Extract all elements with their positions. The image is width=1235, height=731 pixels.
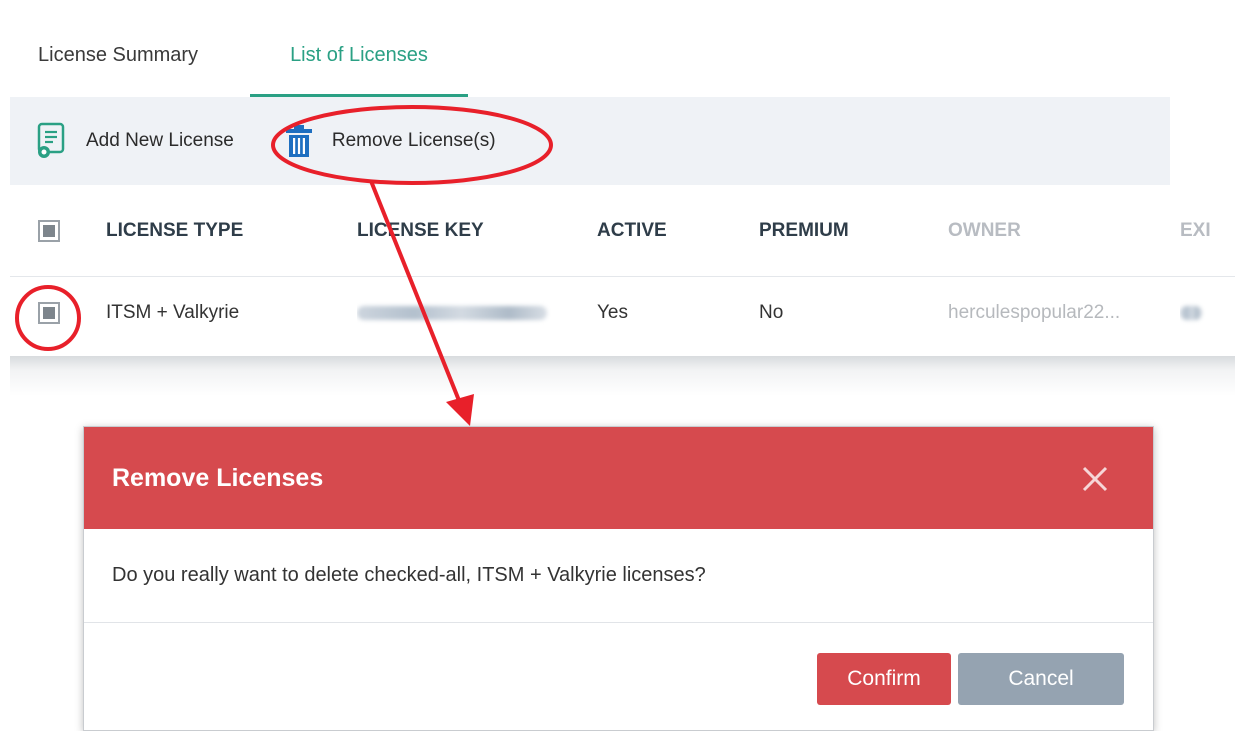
expiry-cell: [1180, 277, 1235, 349]
confirm-button[interactable]: Confirm: [817, 653, 951, 705]
remove-licenses-label: Remove License(s): [331, 130, 496, 151]
annotation-arrow-head: [446, 394, 474, 426]
select-all-checkbox[interactable]: [38, 219, 60, 242]
add-new-license-label: Add New License: [86, 130, 234, 151]
remove-licenses-dialog: Remove Licenses Do you really want to de…: [83, 426, 1154, 731]
active-cell: Yes: [597, 302, 628, 323]
column-header-expiry[interactable]: EXI: [1180, 185, 1235, 276]
add-new-license-button[interactable]: Add New License: [36, 122, 234, 160]
tab-license-summary[interactable]: License Summary: [10, 14, 250, 96]
column-header-active[interactable]: ACTIVE: [597, 185, 747, 276]
owner-cell: herculespopular22...: [948, 302, 1121, 323]
license-type-cell: ITSM + Valkyrie: [106, 302, 240, 323]
certificate-icon: [36, 122, 66, 160]
premium-cell: No: [759, 302, 784, 323]
column-header-owner[interactable]: OWNER: [948, 185, 1148, 276]
table-header-row: LICENSE TYPE LICENSE KEY ACTIVE PREMIUM …: [10, 185, 1235, 277]
blurred-license-key: [357, 306, 547, 320]
row-select-cell: [38, 277, 66, 349]
column-header-license-key[interactable]: LICENSE KEY: [357, 185, 577, 276]
license-key-cell: [357, 277, 577, 349]
tab-list-of-licenses[interactable]: List of Licenses: [250, 14, 468, 98]
trash-icon: [284, 122, 314, 160]
blurred-expiry: [1180, 306, 1202, 320]
select-all-cell: [38, 185, 66, 276]
dialog-message: Do you really want to delete checked-all…: [84, 529, 1153, 623]
remove-licenses-button[interactable]: Remove License(s): [284, 122, 496, 160]
column-header-license-type[interactable]: LICENSE TYPE: [106, 185, 336, 276]
toolbar: Add New License Remove License(s): [10, 97, 1170, 185]
licenses-table: LICENSE TYPE LICENSE KEY ACTIVE PREMIUM …: [10, 185, 1235, 349]
torn-edge-divider: [10, 356, 1235, 396]
close-icon[interactable]: [1081, 465, 1109, 493]
tab-bar: License Summary List of Licenses: [10, 14, 1235, 98]
dialog-header: Remove Licenses: [84, 427, 1153, 529]
dialog-footer: Confirm Cancel: [84, 623, 1153, 731]
cancel-button[interactable]: Cancel: [958, 653, 1124, 705]
column-header-premium[interactable]: PREMIUM: [759, 185, 929, 276]
table-row[interactable]: ITSM + Valkyrie Yes No herculespopular22…: [10, 277, 1235, 349]
dialog-title: Remove Licenses: [112, 463, 324, 492]
row-checkbox[interactable]: [38, 302, 60, 324]
